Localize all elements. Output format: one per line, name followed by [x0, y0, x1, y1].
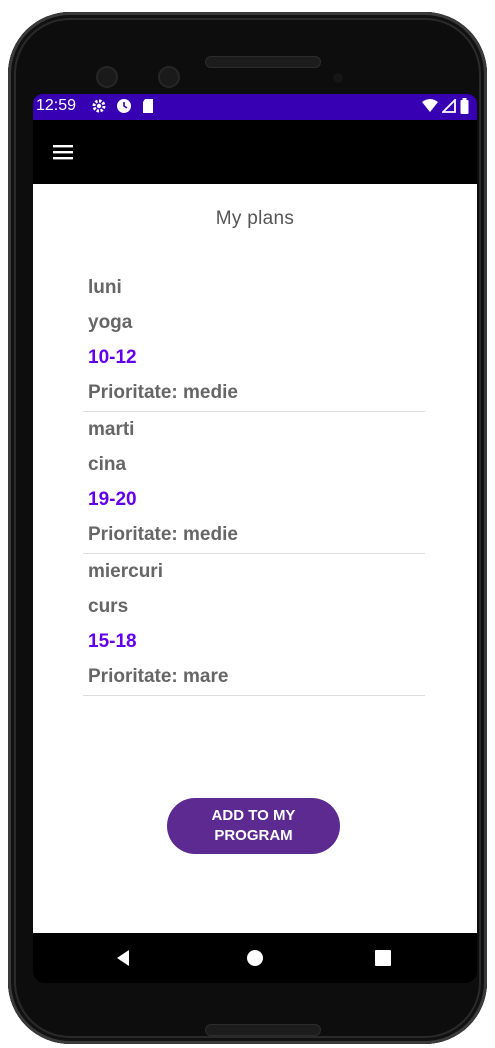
plan-time: 10-12	[88, 346, 137, 368]
app-bar	[33, 120, 477, 184]
status-bar: 12:59	[33, 94, 477, 120]
earpiece-speaker	[205, 56, 321, 68]
battery-icon	[460, 98, 469, 119]
navigation-bar	[33, 933, 477, 983]
status-time: 12:59	[36, 97, 77, 114]
main-content: My plans luni yoga 10-12 Prioritate: med…	[33, 184, 477, 933]
proximity-sensor	[333, 73, 343, 83]
plan-time: 15-18	[88, 630, 137, 652]
sd-card-icon	[141, 98, 155, 119]
plan-activity: yoga	[88, 311, 133, 333]
plan-day: marti	[88, 418, 135, 440]
plan-item[interactable]: miercuri curs 15-18 Prioritate: mare	[83, 554, 425, 696]
recents-icon[interactable]	[373, 948, 393, 973]
plan-priority: Prioritate: medie	[88, 382, 238, 403]
plan-priority: Prioritate: medie	[88, 524, 238, 545]
hamburger-menu-icon[interactable]	[51, 142, 75, 162]
wifi-icon	[422, 99, 438, 118]
plan-day: miercuri	[88, 560, 163, 582]
plan-list: luni yoga 10-12 Prioritate: medie marti …	[83, 270, 425, 696]
page-title: My plans	[215, 208, 295, 229]
plan-priority: Prioritate: mare	[88, 666, 229, 687]
bottom-speaker	[205, 1024, 321, 1036]
add-to-my-program-button[interactable]: ADD TO MY PROGRAM	[167, 798, 340, 854]
plan-day: luni	[88, 276, 122, 298]
plan-item[interactable]: luni yoga 10-12 Prioritate: medie	[83, 270, 425, 412]
plan-activity: curs	[88, 595, 129, 617]
front-camera-secondary	[158, 66, 180, 88]
plan-time: 19-20	[88, 488, 137, 510]
signal-icon	[440, 97, 456, 118]
plan-activity: cina	[88, 453, 127, 475]
settings-icon	[91, 98, 107, 119]
home-icon[interactable]	[245, 948, 265, 973]
front-camera	[96, 66, 118, 88]
back-icon[interactable]	[113, 948, 133, 973]
circle-icon	[116, 98, 132, 119]
plan-item[interactable]: marti cina 19-20 Prioritate: medie	[83, 412, 425, 554]
